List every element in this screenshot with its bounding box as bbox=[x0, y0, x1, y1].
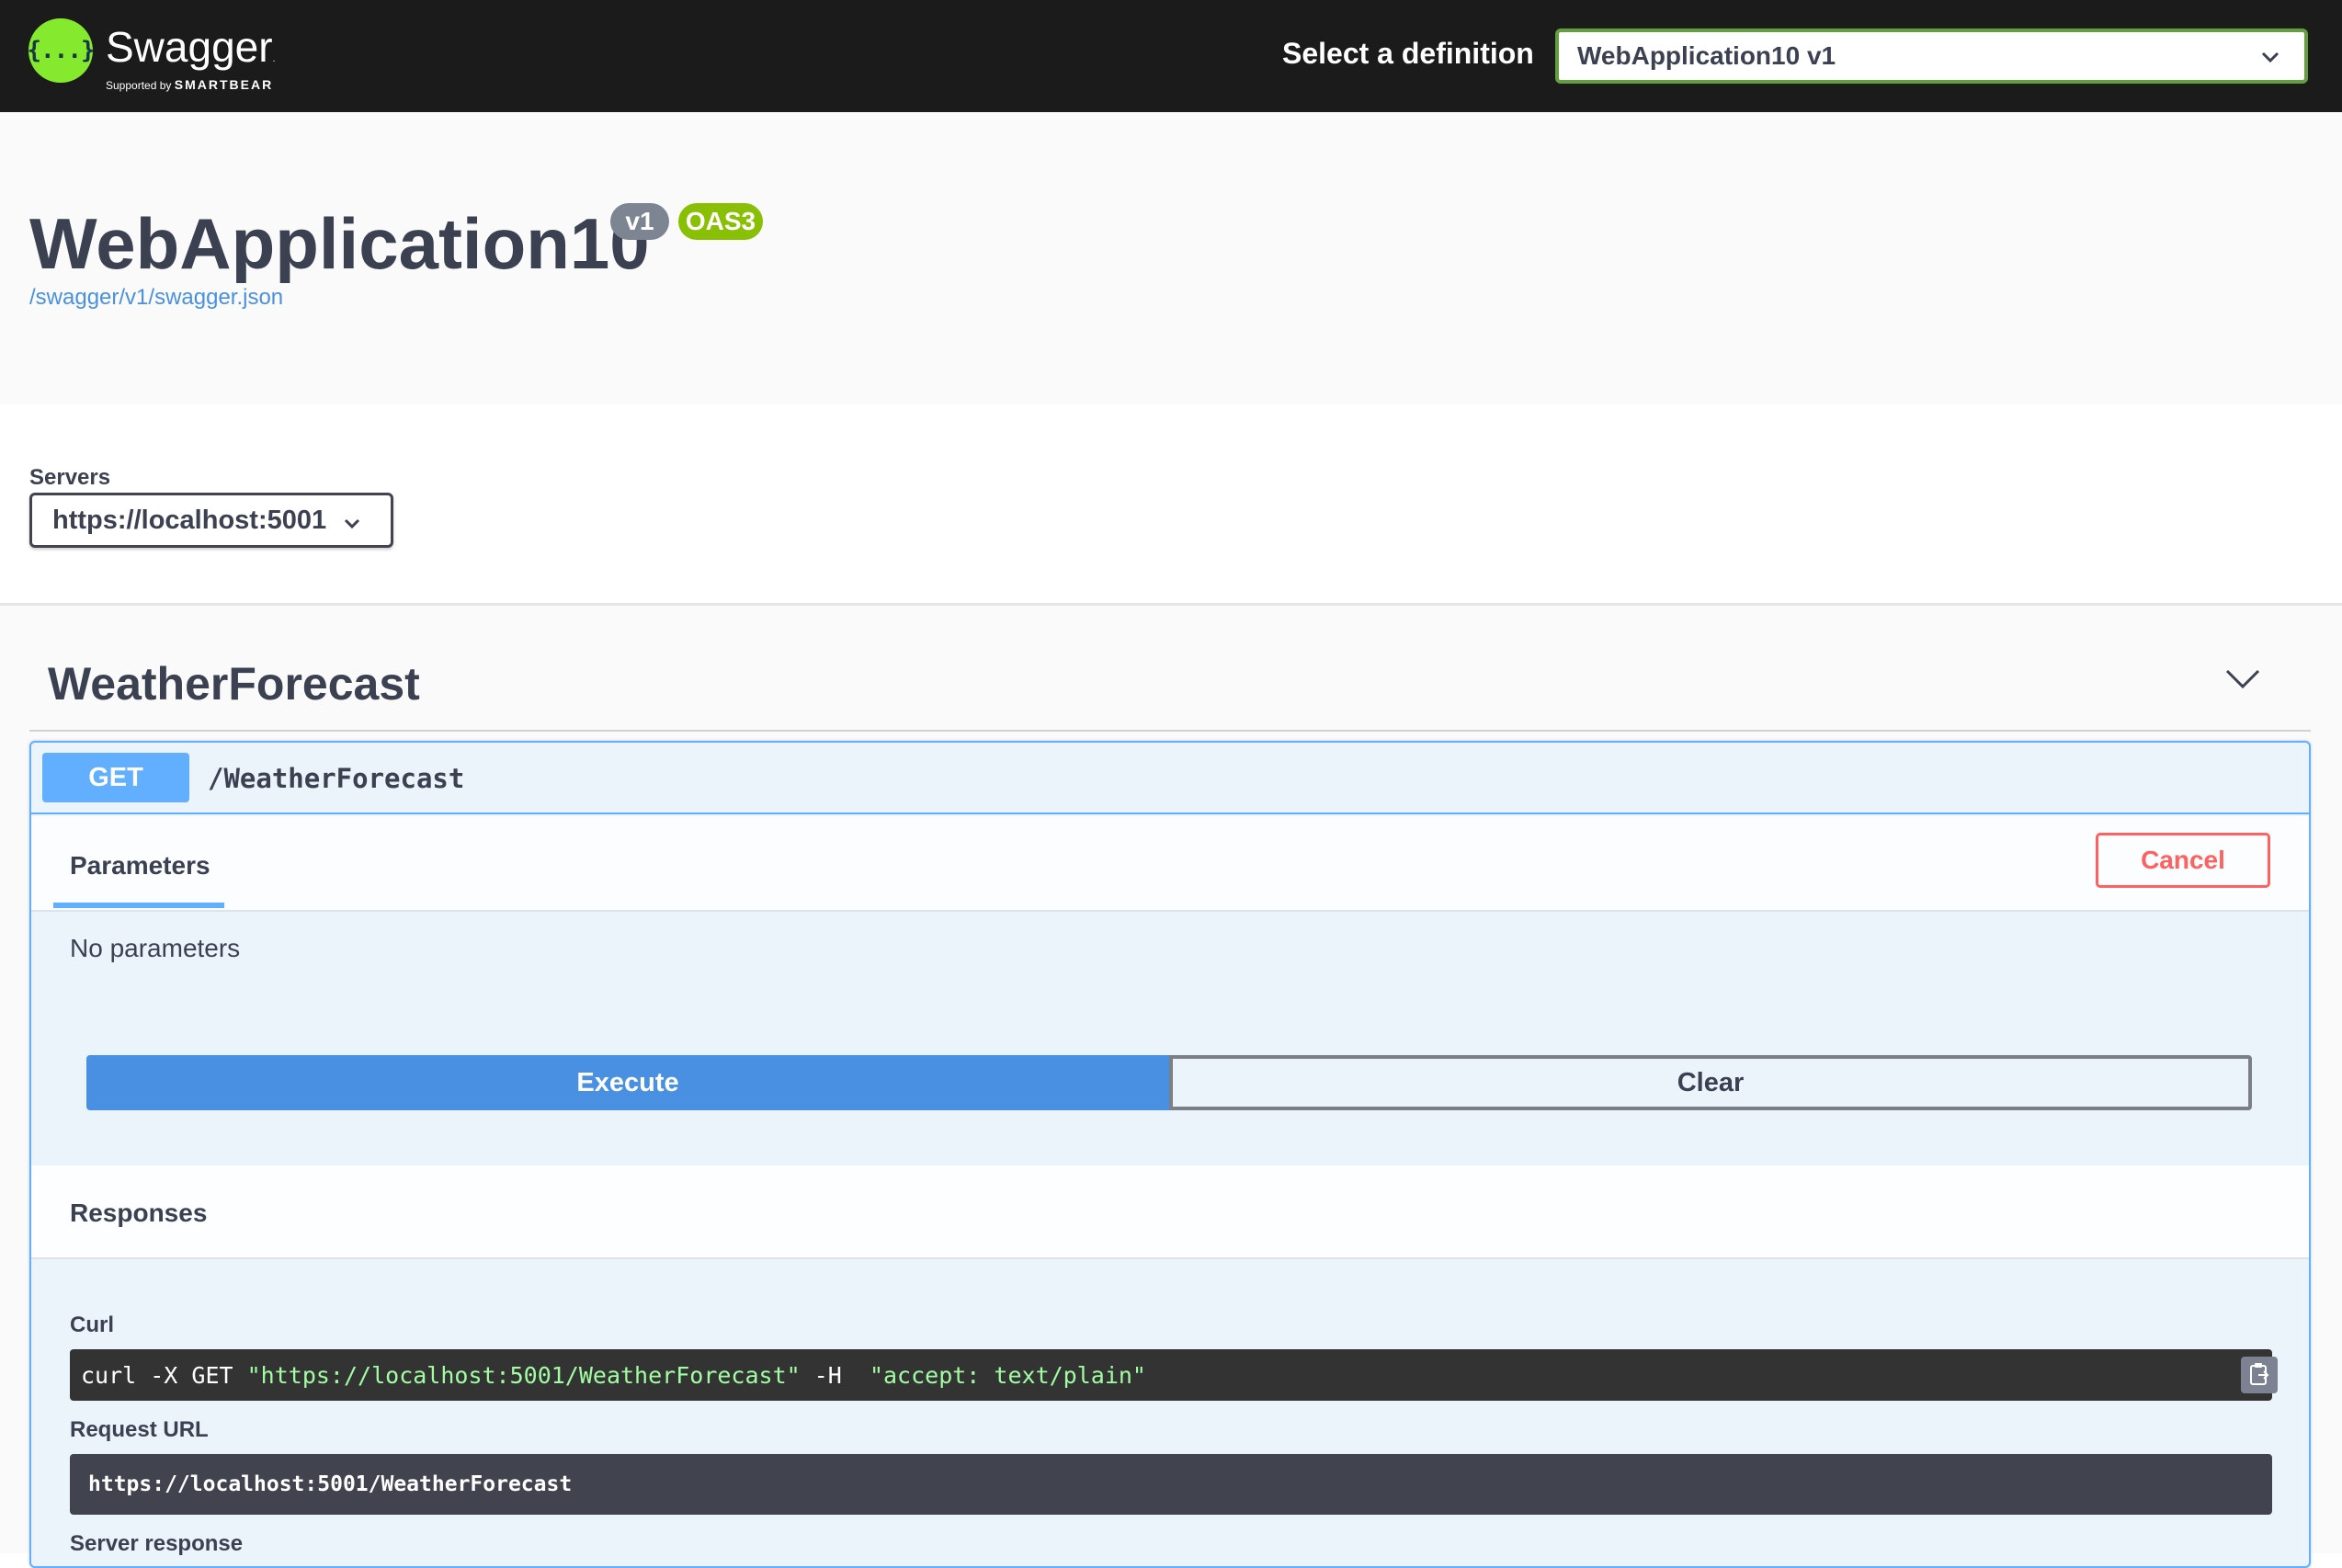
topbar: {...} Swagger. Supported by SMARTBEAR Se… bbox=[0, 0, 2342, 112]
request-url[interactable]: https://localhost:5001/WeatherForecast bbox=[70, 1454, 2272, 1515]
cancel-button[interactable]: Cancel bbox=[2096, 833, 2270, 888]
chevron-down-icon bbox=[341, 512, 363, 542]
parameters-header: Parameters Cancel bbox=[31, 816, 2309, 912]
version-badge: v1 bbox=[610, 203, 669, 240]
api-title: WebApplication10 bbox=[29, 203, 650, 284]
operation-summary[interactable]: GET /WeatherForecast bbox=[31, 743, 2309, 814]
request-url-label: Request URL bbox=[70, 1417, 209, 1442]
servers-value: https://localhost:5001 bbox=[52, 505, 327, 535]
responses-title: Responses bbox=[70, 1199, 208, 1227]
logo-title: Swagger. bbox=[106, 23, 276, 71]
definition-label: Select a definition bbox=[1282, 37, 1534, 70]
curl-label: Curl bbox=[70, 1312, 114, 1337]
tag-divider bbox=[29, 730, 2311, 732]
servers-label: Servers bbox=[29, 465, 111, 490]
no-parameters-text: No parameters bbox=[70, 934, 241, 962]
spec-link[interactable]: /swagger/v1/swagger.json bbox=[29, 285, 283, 311]
chevron-down-icon bbox=[2258, 45, 2282, 75]
execute-wrapper: Execute Clear bbox=[86, 1055, 2252, 1110]
operation-path: /WeatherForecast bbox=[208, 763, 465, 794]
oas-badge: OAS3 bbox=[678, 203, 763, 240]
responses-header: Responses bbox=[31, 1165, 2309, 1259]
logo-subtitle: Supported by SMARTBEAR bbox=[106, 77, 274, 92]
tab-underline bbox=[53, 903, 224, 908]
servers-select[interactable]: https://localhost:5001 bbox=[29, 493, 393, 548]
curl-command[interactable]: curl -X GET "https://localhost:5001/Weat… bbox=[70, 1349, 2278, 1401]
tag-title[interactable]: WeatherForecast bbox=[48, 657, 420, 710]
clear-button[interactable]: Clear bbox=[1169, 1055, 2252, 1110]
clipboard-icon[interactable] bbox=[2241, 1357, 2278, 1393]
tab-parameters[interactable]: Parameters bbox=[70, 851, 210, 881]
operation-block: GET /WeatherForecast Parameters Cancel N… bbox=[29, 741, 2311, 1568]
method-badge: GET bbox=[42, 753, 189, 802]
definition-select[interactable]: WebApplication10 v1 bbox=[1555, 28, 2308, 84]
chevron-down-icon[interactable] bbox=[2224, 668, 2261, 695]
execute-button[interactable]: Execute bbox=[86, 1055, 1169, 1110]
swagger-logo-icon: {...} bbox=[27, 18, 96, 83]
info-section: WebApplication10 v1 OAS3 /swagger/v1/swa… bbox=[0, 112, 2342, 404]
definition-value: WebApplication10 v1 bbox=[1577, 41, 1836, 70]
